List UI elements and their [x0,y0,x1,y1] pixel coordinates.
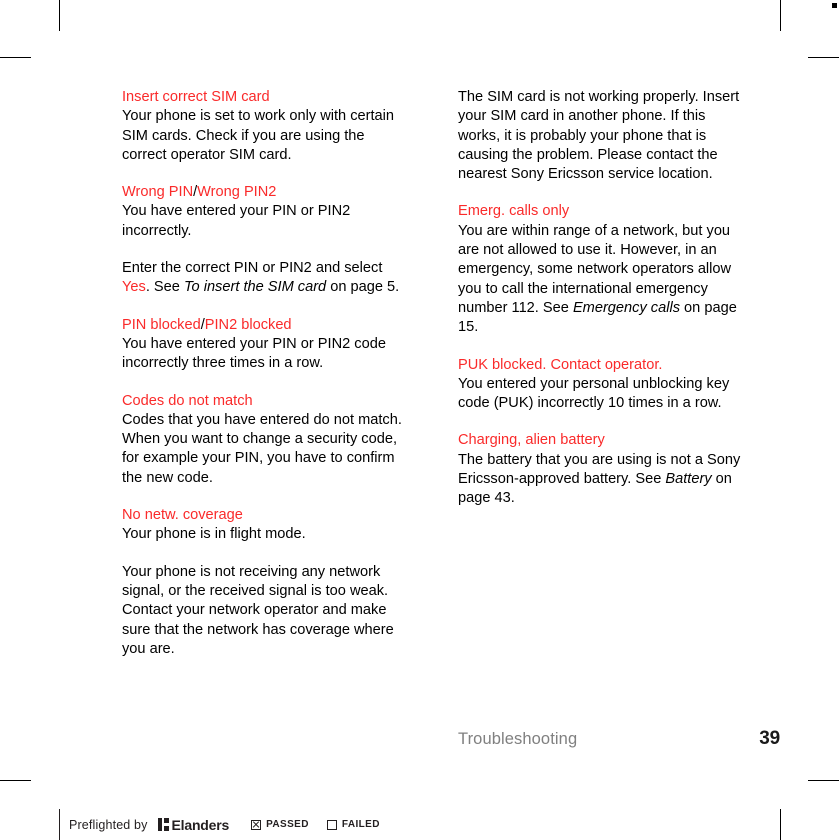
section-body: Your phone is not receiving any network … [122,563,394,657]
preflight-label: Preflighted by [69,817,148,832]
section-enter-correct-pin: Enter the correct PIN or PIN2 and select… [122,259,412,298]
section-sim-not-working: The SIM card is not working properly. In… [458,88,748,184]
section-body: You have entered your PIN or PIN2 code i… [122,335,386,372]
section-heading: Wrong PIN/Wrong PIN2 [122,183,412,202]
section-insert-correct-sim-card: Insert correct SIM card Your phone is se… [122,88,412,165]
checkbox-checked-icon [251,819,262,830]
section-body: Your phone is in flight mode. [122,526,306,543]
heading-part-2: PIN2 blocked [204,316,292,333]
checkbox-unchecked-icon [326,819,337,830]
section-body: Codes that you have entered do not match… [122,411,402,486]
body-text-post: on page 5. [326,279,400,296]
left-text-column: Insert correct SIM card Your phone is se… [122,88,412,659]
section-body: The SIM card is not working properly. In… [458,89,740,183]
preflight-passed-label: PASSED [266,819,309,830]
section-body: You entered your personal unblocking key… [458,375,730,412]
right-text-column: The SIM card is not working properly. In… [458,88,748,509]
elanders-logo-text: Elanders [171,816,230,833]
section-no-netw-coverage: No netw. coverage Your phone is in fligh… [122,506,412,545]
crop-mark-bottom-right-horizontal [808,780,839,781]
section-heading: PIN blocked/PIN2 blocked [122,316,412,335]
body-text-mid: . See [145,279,184,296]
heading-part-1: PIN blocked [122,316,201,333]
section-heading: Emerg. calls only [458,203,570,220]
body-cross-reference: Battery [665,471,712,488]
crop-mark-bottom-right-vertical [780,809,781,840]
elanders-logo-mark-icon [157,818,169,831]
heading-part-1: Wrong PIN [122,184,194,201]
body-text-pre: Enter the correct PIN or PIN2 and select [122,260,383,277]
footer-section-title: Troubleshooting [458,730,578,748]
elanders-logo: Elanders [157,816,230,833]
section-pin-blocked: PIN blocked/PIN2 blocked You have entere… [122,316,412,374]
section-heading: Insert correct SIM card [122,89,270,105]
section-body: You are within range of a network, but y… [458,222,748,338]
section-emergency-calls-only: Emerg. calls only You are within range o… [458,202,748,337]
section-heading: No netw. coverage [122,507,243,524]
page-footer: Troubleshooting 39 [458,728,780,750]
crop-mark-bottom-left-horizontal [0,780,31,781]
section-body: Enter the correct PIN or PIN2 and select… [122,259,412,298]
section-heading: Codes do not match [122,392,253,409]
footer-page-number: 39 [759,728,780,749]
preflight-failed-status: FAILED [326,819,380,830]
body-cross-reference: To insert the SIM card [183,279,327,296]
preflight-bar: Preflighted by Elanders PASSED FAILED [59,809,380,840]
preflight-passed-status: PASSED [251,819,309,830]
body-cross-reference: Emergency calls [572,299,680,316]
section-puk-blocked: PUK blocked. Contact operator. You enter… [458,356,748,414]
manual-page: Insert correct SIM card Your phone is se… [0,0,839,780]
section-body: You have entered your PIN or PIN2 incorr… [122,203,351,239]
section-body: Your phone is set to work only with cert… [122,108,395,163]
section-wrong-pin: Wrong PIN/Wrong PIN2 You have entered yo… [122,183,412,241]
section-charging-alien-battery: Charging, alien battery The battery that… [458,431,748,508]
section-heading: PUK blocked. Contact operator. [458,356,663,373]
section-heading: Charging, alien battery [458,432,605,449]
heading-part-2: Wrong PIN2 [197,184,277,201]
section-codes-do-not-match: Codes do not match Codes that you have e… [122,392,412,488]
section-body: The battery that you are using is not a … [458,451,748,509]
preflight-failed-label: FAILED [341,819,380,830]
section-network-signal-note: Your phone is not receiving any network … [122,563,412,659]
body-accent-yes: Yes [122,279,146,296]
